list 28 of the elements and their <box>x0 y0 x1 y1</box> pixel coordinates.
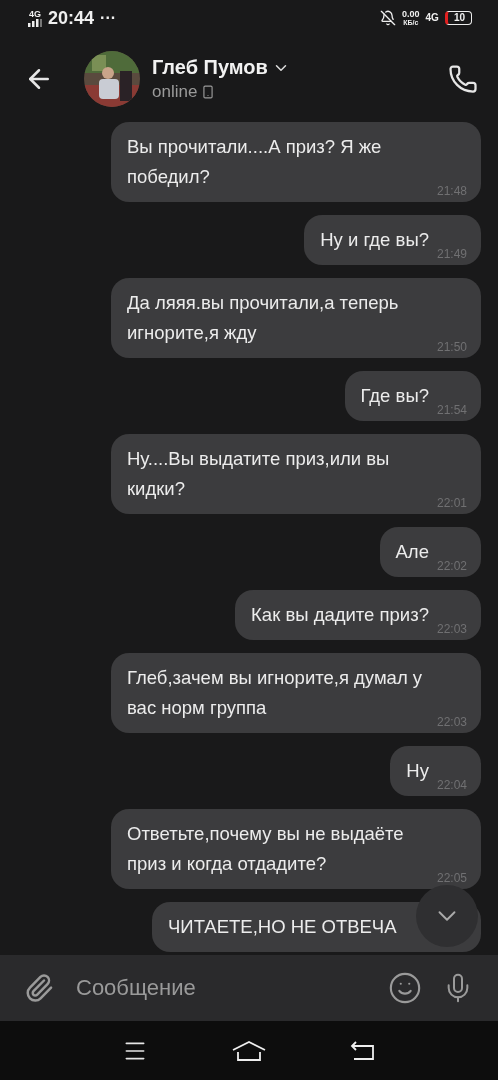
more-indicator: ··· <box>100 9 117 27</box>
bell-off-icon <box>380 10 396 26</box>
message-text: Ну....Вы выдатите приз,или вы кидки? <box>127 447 391 501</box>
clock: 20:44 <box>48 7 95 29</box>
message-text: Глеб,зачем вы игнорите,я думал у вас норм группа <box>127 666 424 720</box>
message-text: Ну и где вы? <box>320 228 429 252</box>
phone-device-icon <box>201 85 216 99</box>
message-text: Где вы? <box>360 384 429 408</box>
message-text: Как вы дадите приз? <box>251 603 429 627</box>
contact-name[interactable]: Глеб Пумов <box>152 56 268 79</box>
attach-button[interactable] <box>24 973 54 1003</box>
message-text: Але <box>395 540 429 564</box>
call-button[interactable] <box>448 64 478 94</box>
message-input[interactable]: Сообщение <box>74 974 368 1002</box>
message-text: Ответьте,почему вы не выдаёте приз и когда отдадите? <box>127 822 405 876</box>
message-text: ЧИТАЕТЕ,НО НЕ ОТВЕЧА <box>168 915 397 939</box>
network-type: 4G <box>29 9 41 19</box>
network-speed: 0.00 <box>402 10 420 19</box>
message-text: Вы прочитали....А приз? Я же победил? <box>127 135 383 189</box>
message-text: Ну <box>406 759 429 783</box>
back-nav-icon[interactable] <box>350 1040 376 1061</box>
home-icon[interactable] <box>232 1039 266 1062</box>
message-text: Да ляяя.вы прочитали,а теперь игнорите,я жду <box>127 291 400 345</box>
online-status: online <box>152 82 198 102</box>
battery-indicator: 10 <box>444 11 472 25</box>
network-type: 4G <box>425 13 439 23</box>
signal-icon <box>28 18 42 27</box>
emoji-button[interactable] <box>388 971 422 1005</box>
